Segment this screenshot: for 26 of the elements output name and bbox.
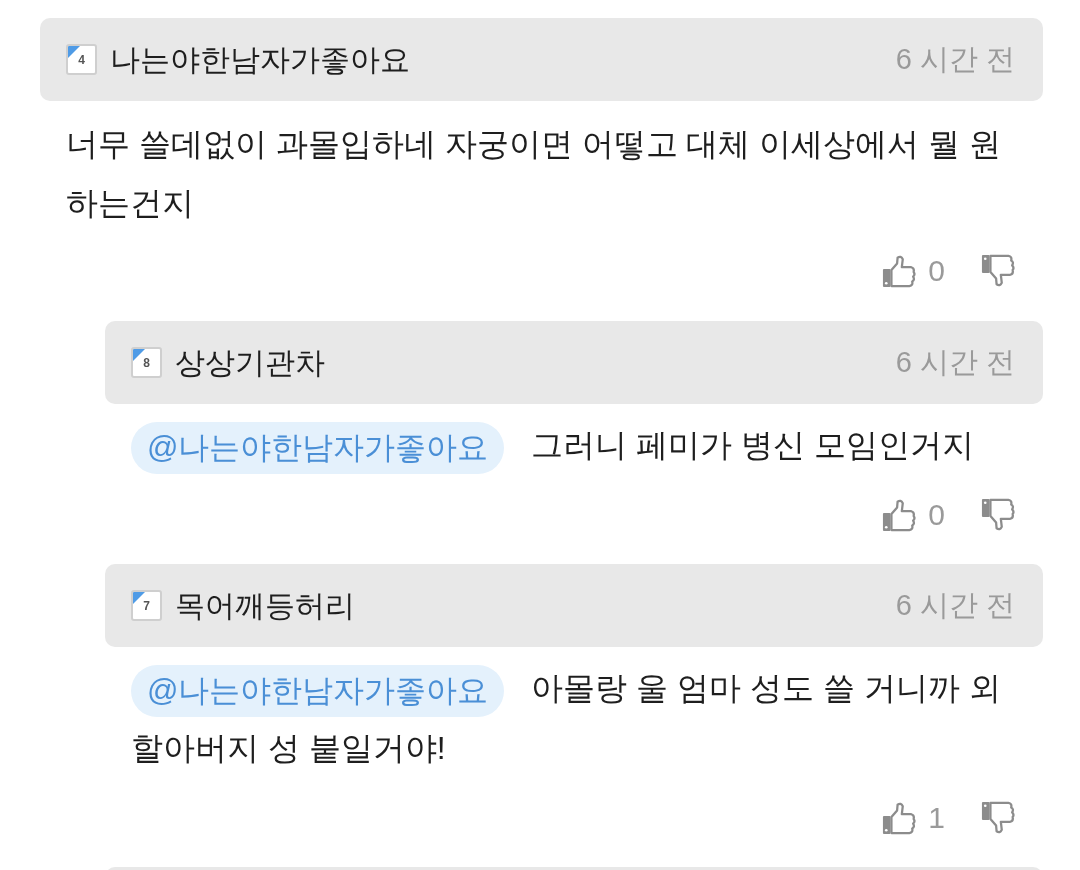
like-button[interactable]: 1 xyxy=(882,800,945,836)
reply-text: @나는야한남자가좋아요 아몰랑 울 엄마 성도 쓸 거니까 외할아버지 성 붙일거야! xyxy=(105,647,1043,778)
author-name[interactable]: 나는야한남자가좋아요 xyxy=(110,37,410,82)
author-name[interactable]: 상상기관차 xyxy=(175,340,325,385)
level-badge: 4 xyxy=(66,44,97,75)
reply-text: @나는야한남자가좋아요 그러니 페미가 병신 모임인거지 xyxy=(105,404,1043,475)
thumbs-up-icon xyxy=(882,801,917,835)
level-badge: 7 xyxy=(131,590,162,621)
thumbs-up-icon xyxy=(882,498,917,532)
like-button[interactable]: 0 xyxy=(882,497,945,533)
thumbs-up-icon xyxy=(882,254,917,288)
dislike-button[interactable] xyxy=(981,253,1015,289)
dislike-button[interactable] xyxy=(981,800,1015,836)
timestamp: 6 시간 전 xyxy=(895,587,1015,623)
like-button[interactable]: 0 xyxy=(882,253,945,289)
timestamp: 6 시간 전 xyxy=(895,41,1015,77)
dislike-button[interactable] xyxy=(981,497,1015,533)
level-badge: 8 xyxy=(131,347,162,378)
mention-link[interactable]: @나는야한남자가좋아요 xyxy=(131,664,505,717)
mention-link[interactable]: @나는야한남자가좋아요 xyxy=(131,421,505,474)
comment-text: 너무 쓸데없이 과몰입하네 자궁이면 어떻고 대체 이세상에서 뭘 원하는건지 xyxy=(65,125,1003,223)
timestamp: 6 시간 전 xyxy=(895,344,1015,380)
thumbs-down-icon xyxy=(981,801,1015,835)
author-name[interactable]: 목어깨등허리 xyxy=(175,583,355,628)
thumbs-down-icon xyxy=(981,254,1015,288)
thumbs-down-icon xyxy=(981,498,1015,532)
